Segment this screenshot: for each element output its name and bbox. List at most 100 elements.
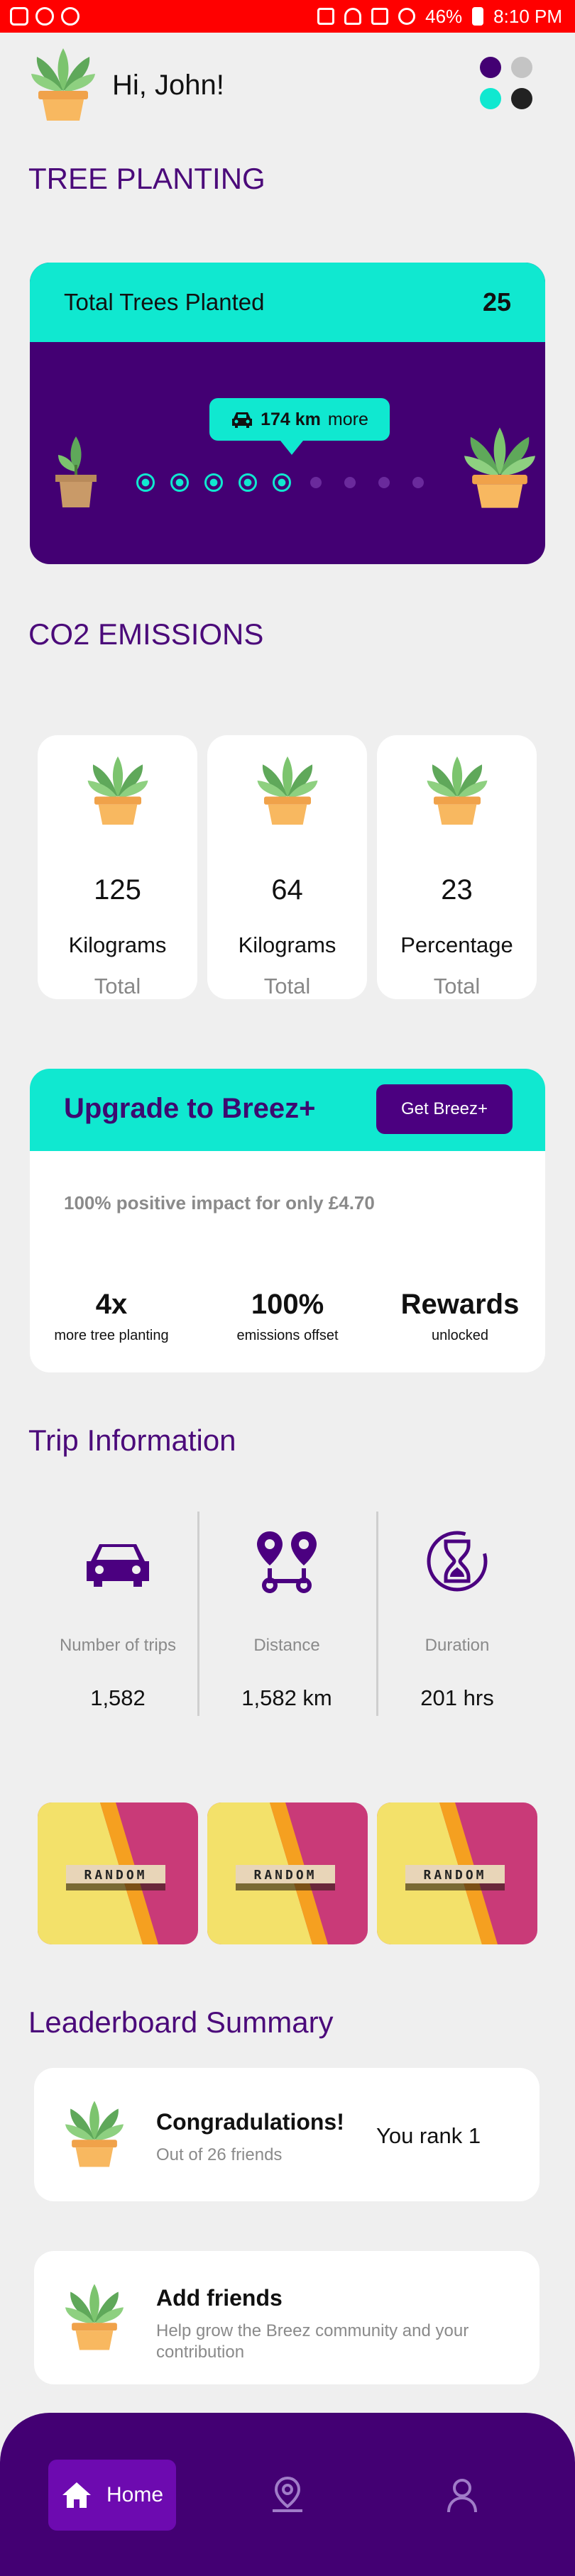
stat-value: 64	[271, 874, 303, 906]
progress-dot-empty	[378, 477, 390, 488]
menu-dots-icon[interactable]	[480, 57, 537, 114]
progress-dot-filled	[239, 473, 257, 492]
upgrade-title: Upgrade to Breez+	[64, 1093, 316, 1124]
congrats-title: Congradulations!	[156, 2109, 344, 2135]
add-friends-subtitle: Help grow the Breez community and your c…	[156, 2321, 469, 2362]
nav-home-button[interactable]: Home	[48, 2460, 176, 2531]
plant-icon	[65, 2284, 124, 2350]
trip-label: Duration	[425, 1636, 490, 1655]
home-icon	[62, 2482, 91, 2508]
random-tile[interactable]: RANDOM	[207, 1802, 368, 1944]
dnd-icon	[398, 8, 416, 25]
stat-value: 125	[94, 874, 141, 906]
nav-home-label: Home	[106, 2483, 164, 2506]
trip-stat: Duration 201 hrs	[372, 1526, 542, 1711]
upgrade-card: Upgrade to Breez+ Get Breez+ 100% positi…	[30, 1069, 545, 1372]
stat-subtitle: Total	[433, 974, 481, 998]
stat-unit: Kilograms	[238, 932, 336, 957]
trees-planted-label: Total Trees Planted	[64, 289, 265, 315]
progress-dot-filled	[204, 473, 223, 492]
upgrade-header: Upgrade to Breez+ Get Breez+	[30, 1069, 545, 1151]
rank-text: You rank 1	[376, 2123, 481, 2148]
trip-stat: Distance 1,582 km	[202, 1526, 372, 1711]
battery-percent: 46%	[425, 5, 463, 27]
stat-subtitle: Total	[263, 974, 311, 998]
feature-value: Rewards	[400, 1289, 520, 1320]
stat-value: 23	[441, 874, 473, 906]
tree-planting-title: TREE PLANTING	[28, 162, 265, 195]
wifi-icon	[344, 8, 362, 25]
app-notification-icon	[35, 7, 54, 26]
feature-caption: more tree planting	[54, 1328, 169, 1343]
clock: 8:10 PM	[493, 5, 562, 27]
trip-info-title: Trip Information	[28, 1424, 236, 1457]
sapling-icon	[55, 436, 97, 507]
plant-icon	[257, 756, 318, 825]
nfc-icon	[317, 8, 335, 25]
random-tile[interactable]: RANDOM	[377, 1802, 537, 1944]
progress-dot-empty	[344, 477, 356, 488]
add-friends-title: Add friends	[156, 2285, 283, 2311]
add-friends-card[interactable]: Add friends Help grow the Breez communit…	[34, 2251, 540, 2384]
trip-value: 201 hrs	[420, 1685, 494, 1710]
trees-card-header: Total Trees Planted 25	[30, 263, 545, 342]
feature-value: 4x	[95, 1289, 128, 1320]
plant-icon	[427, 756, 488, 825]
car-icon	[87, 1544, 149, 1587]
signal-icon	[371, 8, 389, 25]
co2-stat-card: 125 Kilograms Total	[38, 735, 197, 999]
plant-avatar-icon[interactable]	[31, 47, 95, 122]
hourglass-icon	[427, 1531, 488, 1592]
trees-planted-card[interactable]: Total Trees Planted 25 174 km more	[30, 263, 545, 564]
plant-icon	[87, 756, 148, 825]
stat-unit: Kilograms	[68, 932, 167, 957]
upgrade-description: 100% positive impact for only £4.70	[64, 1192, 375, 1213]
profile-icon[interactable]	[444, 2475, 480, 2515]
status-bar: 46% 8:10 PM	[0, 0, 575, 33]
trip-value: 1,582	[90, 1685, 146, 1710]
feature-caption: unlocked	[431, 1328, 489, 1343]
upgrade-feature: 100% emissions offset	[206, 1289, 369, 1344]
trip-label: Number of trips	[59, 1636, 177, 1655]
feature-caption: emissions offset	[236, 1328, 339, 1343]
leaderboard-rank-card[interactable]: Congradulations! Out of 26 friends You r…	[34, 2068, 540, 2201]
camera-notification-icon	[61, 7, 80, 26]
trip-value: 1,582 km	[241, 1685, 332, 1710]
header: Hi, John!	[0, 47, 575, 125]
feature-value: 100%	[251, 1289, 324, 1320]
upgrade-feature: Rewards unlocked	[378, 1289, 542, 1344]
bottom-nav: Home	[0, 2413, 575, 2576]
progress-dot-filled	[170, 473, 189, 492]
progress-dot-empty	[412, 477, 424, 488]
get-breez-plus-button[interactable]: Get Breez+	[376, 1084, 513, 1134]
stat-unit: Percentage	[400, 932, 513, 957]
progress-dot-filled	[273, 473, 291, 492]
co2-title: CO2 EMISSIONS	[28, 617, 264, 651]
trip-stat: Number of trips 1,582	[33, 1526, 203, 1711]
plant-icon	[65, 2101, 124, 2167]
co2-stat-card: 23 Percentage Total	[377, 735, 537, 999]
car-icon	[232, 412, 253, 428]
random-tile-text: RANDOM	[423, 1868, 486, 1883]
progress-dot-empty	[310, 477, 322, 488]
random-tile-text: RANDOM	[253, 1868, 317, 1883]
upgrade-feature: 4x more tree planting	[30, 1289, 193, 1344]
gallery-notification-icon	[10, 7, 28, 26]
co2-stat-card: 64 Kilograms Total	[207, 735, 367, 999]
trip-label: Distance	[253, 1636, 320, 1655]
random-tile[interactable]: RANDOM	[38, 1802, 198, 1944]
progress-dot-filled	[136, 473, 155, 492]
grown-plant-icon	[464, 427, 535, 508]
trees-planted-count: 25	[482, 287, 511, 317]
distance-tooltip: 174 km more	[209, 398, 390, 455]
greeting-text: Hi, John!	[112, 70, 224, 101]
tooltip-distance: 174 km	[261, 409, 321, 429]
divider	[197, 1512, 199, 1716]
random-tile-text: RANDOM	[84, 1868, 147, 1883]
leaderboard-title: Leaderboard Summary	[28, 2005, 334, 2039]
stat-subtitle: Total	[94, 974, 141, 998]
battery-icon	[472, 7, 484, 26]
route-icon	[257, 1531, 317, 1593]
location-pin-icon[interactable]	[270, 2475, 305, 2515]
tooltip-suffix: more	[327, 409, 368, 429]
